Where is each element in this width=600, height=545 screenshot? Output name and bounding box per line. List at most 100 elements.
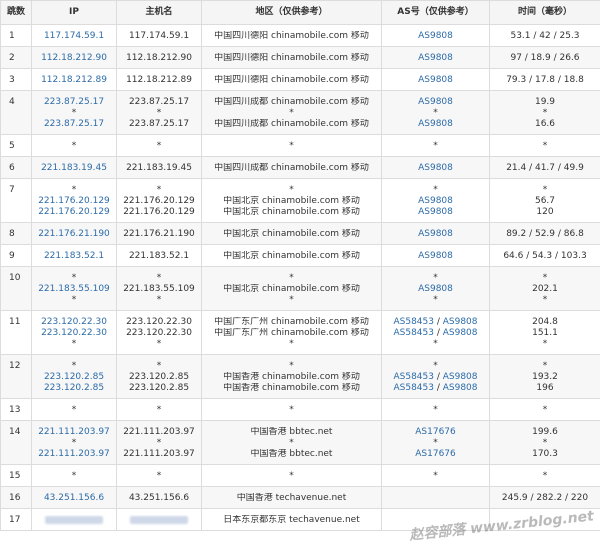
ip-link[interactable]: 112.18.212.89 <box>41 75 107 85</box>
region-cell: 中国四川成都 chinamobile.com 移动 * 中国四川成都 chinamo… <box>201 90 382 135</box>
ip-cell: 112.18.212.89 <box>31 68 117 91</box>
as-link[interactable]: AS58453 <box>393 328 434 338</box>
region-value: 中国香港 techavenue.net <box>236 493 347 503</box>
ip-value: * <box>71 273 77 283</box>
table-row: 8 221.176.21.190 221.176.21.190 中国北京 chinam… <box>0 222 600 245</box>
ip-link[interactable]: 117.174.59.1 <box>44 31 104 41</box>
hop-number: 4 <box>0 90 32 135</box>
hostname-cell: 112.18.212.89 <box>116 68 202 91</box>
ip-link[interactable]: 221.183.52.1 <box>44 251 104 261</box>
ip-link[interactable]: 223.87.25.17 <box>44 119 104 129</box>
as-cell: * <box>381 134 490 157</box>
region-cell: * 中国北京 chinamobile.com 移动 中国北京 chinamobile… <box>201 178 382 223</box>
ip-link[interactable]: 221.176.20.129 <box>38 207 110 217</box>
hostname-value: 221.183.55.109 <box>123 284 195 294</box>
ip-link[interactable]: 223.120.2.85 <box>44 383 104 393</box>
as-link[interactable]: AS9808 <box>443 317 478 327</box>
as-link[interactable]: AS9808 <box>443 372 478 382</box>
as-link[interactable]: AS17676 <box>415 449 456 459</box>
header-region: 地区（仅供参考） <box>201 0 382 25</box>
hostname-cell: * 221.176.20.129 221.176.20.129 <box>116 178 202 223</box>
ip-link[interactable]: 223.87.25.17 <box>44 97 104 107</box>
ip-cell: 221.183.52.1 <box>31 244 117 267</box>
as-value: * <box>433 405 438 415</box>
table-row: 12 * 223.120.2.85 223.120.2.85 * 223.120.2.85… <box>0 354 600 399</box>
hostname-cell: 112.18.212.90 <box>116 46 202 69</box>
ip-link[interactable]: 223.120.2.85 <box>44 372 104 382</box>
as-link[interactable]: AS9808 <box>418 196 453 206</box>
header-hop: 跳数 <box>0 0 32 25</box>
region-value: * <box>289 273 294 283</box>
as-link[interactable]: AS9808 <box>443 383 478 393</box>
header-as: AS号（仅供参考） <box>381 0 490 25</box>
ip-link[interactable]: 221.183.19.45 <box>41 163 107 173</box>
as-link[interactable]: AS58453 <box>393 372 434 382</box>
hop-number: 12 <box>0 354 32 399</box>
time-value: * <box>542 471 548 481</box>
ip-cell: * <box>31 134 117 157</box>
ip-link[interactable]: 223.120.22.30 <box>41 317 107 327</box>
as-link[interactable]: AS9808 <box>418 119 453 129</box>
time-cell: * 202.1 * <box>489 266 600 311</box>
time-cell: 245.9 / 282.2 / 220 <box>489 486 600 509</box>
redacted-hostname <box>117 515 201 526</box>
as-cell <box>381 486 490 509</box>
as-link[interactable]: AS9808 <box>418 31 453 41</box>
ip-link[interactable]: 221.111.203.97 <box>38 427 110 437</box>
region-value: 中国香港 bbtec.net <box>250 427 333 437</box>
hop-number: 16 <box>0 486 32 509</box>
ip-value: * <box>71 405 77 415</box>
time-value: * <box>542 295 548 305</box>
hostname-value: * <box>156 108 162 118</box>
region-cell: 中国四川成都 chinamobile.com 移动 <box>201 156 382 179</box>
ip-link[interactable]: 221.176.21.190 <box>38 229 110 239</box>
as-link[interactable]: AS9808 <box>418 284 453 294</box>
hostname-value: * <box>156 339 162 349</box>
as-link[interactable]: AS9808 <box>418 251 453 261</box>
hop-number: 13 <box>0 398 32 421</box>
as-link[interactable]: AS9808 <box>443 328 478 338</box>
region-cell: 中国香港 bbtec.net * 中国香港 bbtec.net <box>201 420 382 465</box>
table-row: 11 223.120.22.30 223.120.22.30 * 223.120.22.… <box>0 310 600 355</box>
as-value: * <box>433 361 438 371</box>
ip-link[interactable]: 43.251.156.6 <box>44 493 104 503</box>
hostname-value: 221.111.203.97 <box>123 449 195 459</box>
time-cell: 53.1 / 42 / 25.3 <box>489 24 600 47</box>
hostname-value: * <box>156 405 162 415</box>
time-value: 16.6 <box>534 119 556 129</box>
hostname-value: 117.174.59.1 <box>128 31 190 41</box>
as-cell: AS9808 <box>381 68 490 91</box>
as-link[interactable]: AS9808 <box>418 229 453 239</box>
ip-cell: * <box>31 464 117 487</box>
ip-link[interactable]: 221.176.20.129 <box>38 196 110 206</box>
ip-link[interactable]: 221.183.55.109 <box>38 284 110 294</box>
ip-link[interactable]: 221.111.203.97 <box>38 449 110 459</box>
hostname-value: 223.120.22.30 <box>126 328 192 338</box>
hop-number: 10 <box>0 266 32 311</box>
hostname-value: 221.111.203.97 <box>123 427 195 437</box>
hostname-value: * <box>156 273 162 283</box>
as-link[interactable]: AS9808 <box>418 163 453 173</box>
as-cell: * AS9808 AS9808 <box>381 178 490 223</box>
table-row: 7 * 221.176.20.129 221.176.20.129 * 221.176.2… <box>0 178 600 223</box>
traceroute-table: 跳数 IP 主机名 地区（仅供参考） AS号（仅供参考） 时间（毫秒） 1 117… <box>0 0 600 531</box>
ip-link[interactable]: 112.18.212.90 <box>41 53 107 63</box>
as-link[interactable]: AS9808 <box>418 53 453 63</box>
region-value: 中国四川成都 chinamobile.com 移动 <box>214 163 369 173</box>
ip-value: * <box>71 339 77 349</box>
as-link[interactable]: AS9808 <box>418 97 453 107</box>
as-link[interactable]: AS9808 <box>418 75 453 85</box>
header-hostname: 主机名 <box>116 0 202 25</box>
as-link[interactable]: AS58453 <box>393 383 434 393</box>
region-value: 日本东京都东京 techavenue.net <box>223 515 360 525</box>
ip-cell: 223.120.22.30 223.120.22.30 * <box>31 310 117 355</box>
hostname-cell: * <box>116 464 202 487</box>
as-link[interactable]: AS9808 <box>418 207 453 217</box>
ip-cell: * 223.120.2.85 223.120.2.85 <box>31 354 117 399</box>
time-value: 199.6 <box>532 427 558 437</box>
region-cell: 中国广东广州 chinamobile.com 移动 中国广东广州 chinamob… <box>201 310 382 355</box>
ip-link[interactable]: 223.120.22.30 <box>41 328 107 338</box>
region-cell: 中国四川德阳 chinamobile.com 移动 <box>201 46 382 69</box>
as-link[interactable]: AS17676 <box>415 427 456 437</box>
as-link[interactable]: AS58453 <box>393 317 434 327</box>
